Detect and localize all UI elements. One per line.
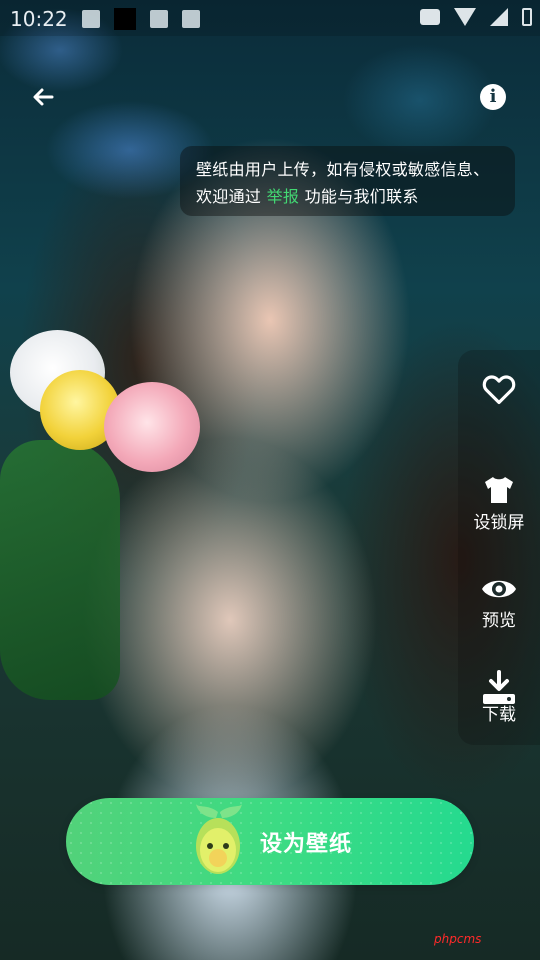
set-lockscreen-button[interactable]: 设锁屏 [458, 474, 540, 533]
flower-stems [0, 440, 120, 700]
status-time: 10:22 [10, 7, 68, 31]
download-status-icon [150, 10, 168, 28]
arrow-left-icon [33, 88, 54, 106]
status-notification-icons [82, 8, 200, 30]
font-icon [182, 10, 200, 28]
download-label: 下载 [482, 705, 516, 725]
eye-icon [482, 580, 516, 598]
download-button[interactable]: 下载 [458, 670, 540, 725]
status-system-icons [420, 8, 532, 26]
copyright-notice: 壁纸由用户上传，如有侵权或敏感信息、欢迎通过 举报 功能与我们联系 [180, 146, 515, 216]
preview-label: 预览 [482, 611, 516, 631]
shirt-icon [485, 477, 513, 503]
notice-text-after: 功能与我们联系 [299, 187, 419, 206]
report-link[interactable]: 举报 [267, 187, 300, 206]
app-icon [114, 8, 136, 30]
battery-icon [522, 8, 532, 26]
signal-icon [490, 8, 508, 26]
info-button[interactable]: i [480, 84, 506, 110]
status-bar: 10:22 [0, 0, 540, 36]
briefcase-icon [420, 9, 440, 25]
set-wallpaper-label: 设为壁纸 [260, 832, 353, 857]
preview-button[interactable]: 预览 [458, 574, 540, 631]
watermark-text: phpcms [434, 932, 482, 946]
set-wallpaper-button[interactable]: 设为壁纸 [66, 798, 474, 885]
favorite-button[interactable] [458, 370, 540, 408]
pink-rose [104, 382, 200, 472]
back-button[interactable] [28, 82, 58, 112]
set-lockscreen-label: 设锁屏 [473, 513, 525, 533]
info-icon: i [489, 86, 497, 107]
image-icon [82, 10, 100, 28]
wifi-icon [454, 8, 476, 26]
heart-icon [482, 375, 516, 405]
avocado-mascot-icon [196, 804, 242, 874]
